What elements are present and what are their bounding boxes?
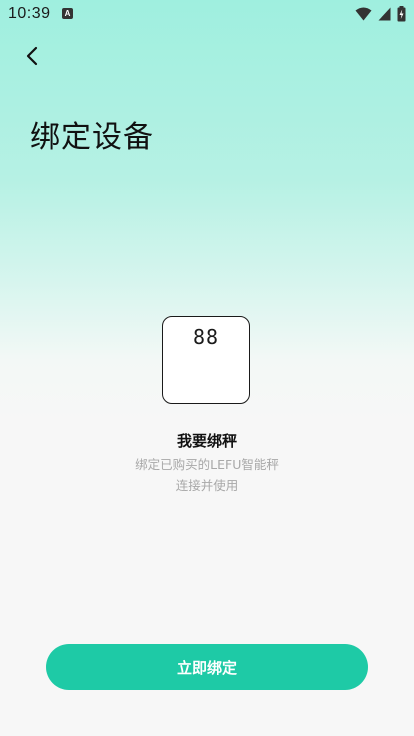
battery-icon: [397, 6, 406, 22]
status-time: 10:39: [8, 5, 51, 22]
cell-signal-icon: [378, 7, 391, 21]
bind-now-button[interactable]: 立即绑定: [46, 644, 368, 690]
notification-icon: A: [62, 8, 73, 19]
page-title: 绑定设备: [30, 120, 154, 155]
wifi-icon: [355, 7, 372, 21]
smart-scale-icon: 88: [162, 316, 250, 404]
device-description: 绑定已购买的LEFU智能秤 连接并使用: [0, 454, 414, 496]
device-name: 我要绑秤: [176, 432, 237, 450]
scale-display-digits: 88: [192, 325, 220, 349]
description-line-1: 绑定已购买的LEFU智能秤: [135, 457, 279, 472]
chevron-left-icon: [26, 46, 38, 66]
back-button[interactable]: [18, 42, 46, 70]
description-line-2: 连接并使用: [175, 478, 239, 493]
status-icons: [355, 6, 406, 22]
status-bar: 10:39 A: [0, 0, 414, 28]
